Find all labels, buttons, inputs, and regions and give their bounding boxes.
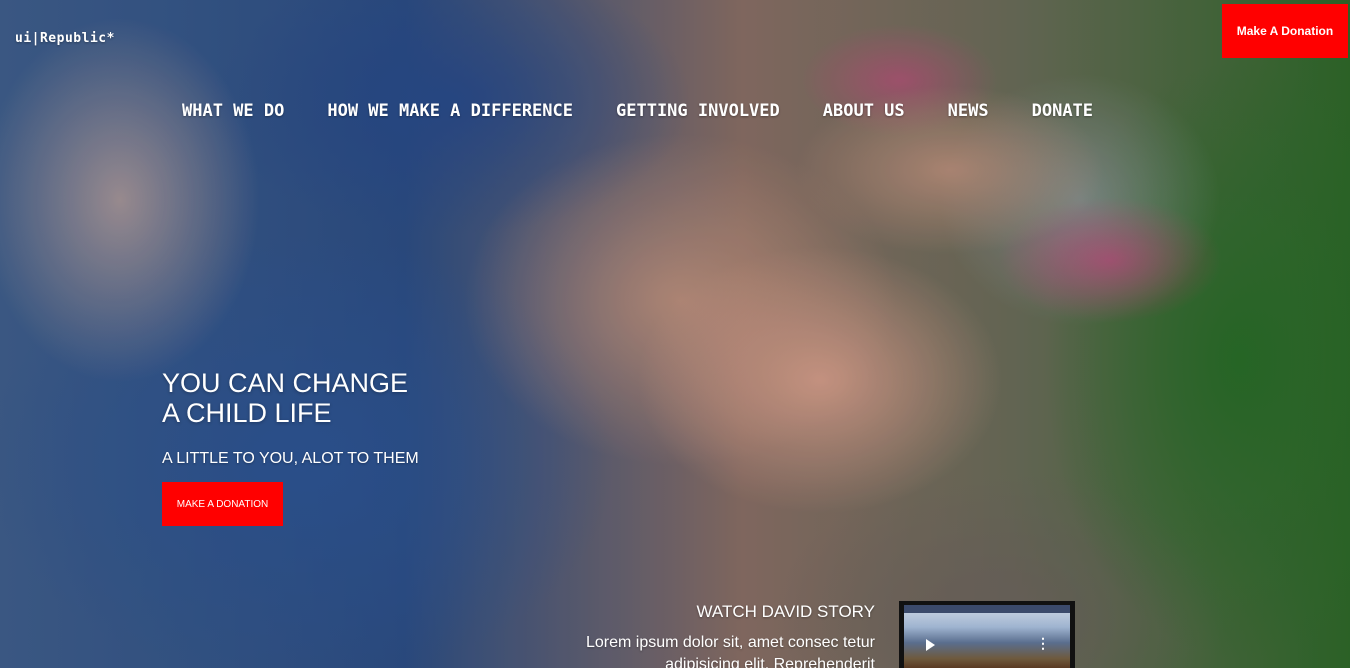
main-nav: WHAT WE DO HOW WE MAKE A DIFFERENCE GETT… xyxy=(182,99,1093,123)
nav-item-what-we-do[interactable]: WHAT WE DO xyxy=(182,101,284,121)
hero-headline-line-1: YOU CAN CHANGE xyxy=(162,368,409,398)
hero-headline: YOU CAN CHANGE A CHILD LIFE xyxy=(162,368,482,428)
hero-tagline: A LITTLE TO YOU, ALOT TO THEM xyxy=(162,450,419,467)
video-browser-bar xyxy=(904,605,1070,613)
story-title: WATCH DAVID STORY xyxy=(696,602,875,621)
nav-item-about-us[interactable]: ABOUT US xyxy=(823,101,905,121)
nav-item-donate[interactable]: DONATE xyxy=(1032,101,1093,121)
story-text: Lorem ipsum dolor sit, amet consec tetur… xyxy=(585,634,875,668)
header-donate-button[interactable]: Make A Donation xyxy=(1222,4,1348,58)
nav-item-getting-involved[interactable]: GETTING INVOLVED xyxy=(616,101,780,121)
hero-donate-button[interactable]: MAKE A DONATION xyxy=(162,482,283,526)
nav-item-how-we-make-a-difference[interactable]: HOW WE MAKE A DIFFERENCE xyxy=(327,101,573,121)
video-screen: ⋮ xyxy=(904,605,1070,668)
more-vertical-icon[interactable]: ⋮ xyxy=(1036,635,1050,652)
nav-item-news[interactable]: NEWS xyxy=(948,101,989,121)
story-video-thumbnail[interactable]: ⋮ xyxy=(899,601,1075,668)
brand-logo[interactable]: ui|Republic* xyxy=(15,31,115,46)
play-icon[interactable] xyxy=(926,639,935,651)
hero-headline-line-2: A CHILD LIFE xyxy=(162,398,332,428)
